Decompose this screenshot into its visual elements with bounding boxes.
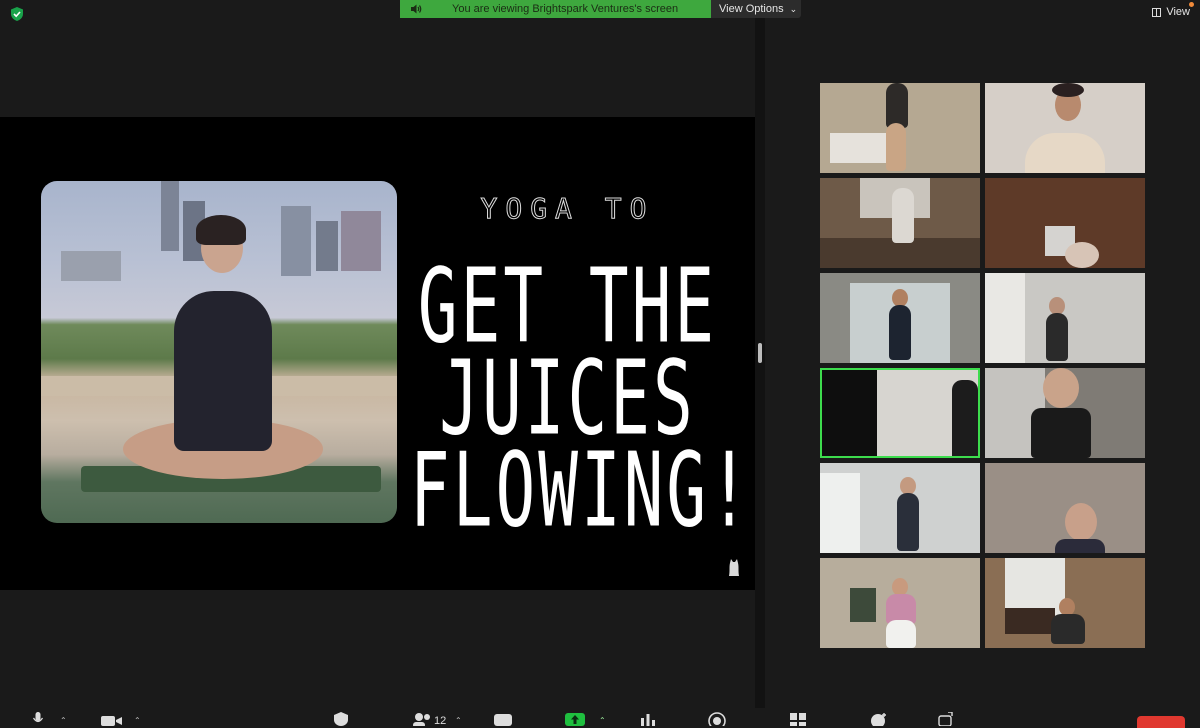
view-layout-icon bbox=[1152, 7, 1162, 17]
participants-options-chevron[interactable]: ⌃ bbox=[455, 716, 462, 725]
view-options-label: View Options bbox=[719, 3, 784, 15]
chat-icon[interactable] bbox=[494, 712, 512, 726]
participant-tile[interactable] bbox=[985, 463, 1145, 553]
participant-tile[interactable] bbox=[985, 368, 1145, 458]
apps-icon[interactable] bbox=[789, 712, 807, 726]
resize-handle[interactable] bbox=[758, 343, 762, 363]
mic-icon[interactable] bbox=[32, 712, 44, 726]
polls-icon[interactable] bbox=[640, 712, 656, 726]
share-options-chevron[interactable]: ⌃ bbox=[599, 716, 606, 725]
participant-tile[interactable] bbox=[820, 178, 980, 268]
video-icon[interactable] bbox=[101, 712, 123, 726]
speaker-icon[interactable] bbox=[410, 3, 422, 15]
end-icon[interactable] bbox=[1137, 716, 1185, 728]
meeting-toolbar: ⌃ ⌃ 12 ⌃ ⌃ bbox=[0, 708, 1200, 728]
participant-tile[interactable] bbox=[820, 558, 980, 648]
shield-check-icon[interactable] bbox=[9, 6, 25, 22]
slide-line-small: YOGA TO bbox=[480, 192, 655, 226]
participant-tile[interactable] bbox=[820, 273, 980, 363]
more-icon[interactable] bbox=[938, 712, 954, 726]
record-icon[interactable] bbox=[708, 712, 726, 726]
share-screen-icon[interactable] bbox=[565, 713, 585, 726]
screen-share-banner: You are viewing Brightspark Ventures's s… bbox=[400, 0, 712, 18]
participant-tile[interactable] bbox=[985, 83, 1145, 173]
video-options-chevron[interactable]: ⌃ bbox=[134, 716, 141, 725]
security-icon[interactable] bbox=[333, 712, 349, 726]
panel-divider[interactable] bbox=[755, 18, 765, 708]
participant-tile[interactable] bbox=[820, 463, 980, 553]
participants-icon[interactable] bbox=[412, 712, 432, 726]
yoga-photo bbox=[41, 181, 397, 523]
cat-logo-icon bbox=[729, 559, 739, 576]
slide-line-3: FLOWING! bbox=[410, 431, 752, 551]
reactions-icon[interactable] bbox=[870, 712, 888, 726]
view-options-button[interactable]: View Options ⌄ bbox=[711, 0, 801, 18]
participants-count: 12 bbox=[434, 715, 447, 727]
view-label: View bbox=[1166, 6, 1190, 18]
participant-tile[interactable] bbox=[985, 178, 1145, 268]
notification-dot bbox=[1189, 2, 1194, 7]
participant-tile[interactable] bbox=[985, 558, 1145, 648]
participant-tile-active[interactable] bbox=[820, 368, 980, 458]
participant-tile[interactable] bbox=[985, 273, 1145, 363]
view-button[interactable]: View bbox=[1152, 2, 1194, 18]
mic-options-chevron[interactable]: ⌃ bbox=[60, 716, 67, 725]
shared-screen: YOGA TO GET THE JUICES FLOWING! bbox=[0, 117, 755, 590]
chevron-down-icon: ⌄ bbox=[789, 3, 798, 14]
banner-text: You are viewing Brightspark Ventures's s… bbox=[452, 3, 679, 15]
participant-tile[interactable] bbox=[820, 83, 980, 173]
